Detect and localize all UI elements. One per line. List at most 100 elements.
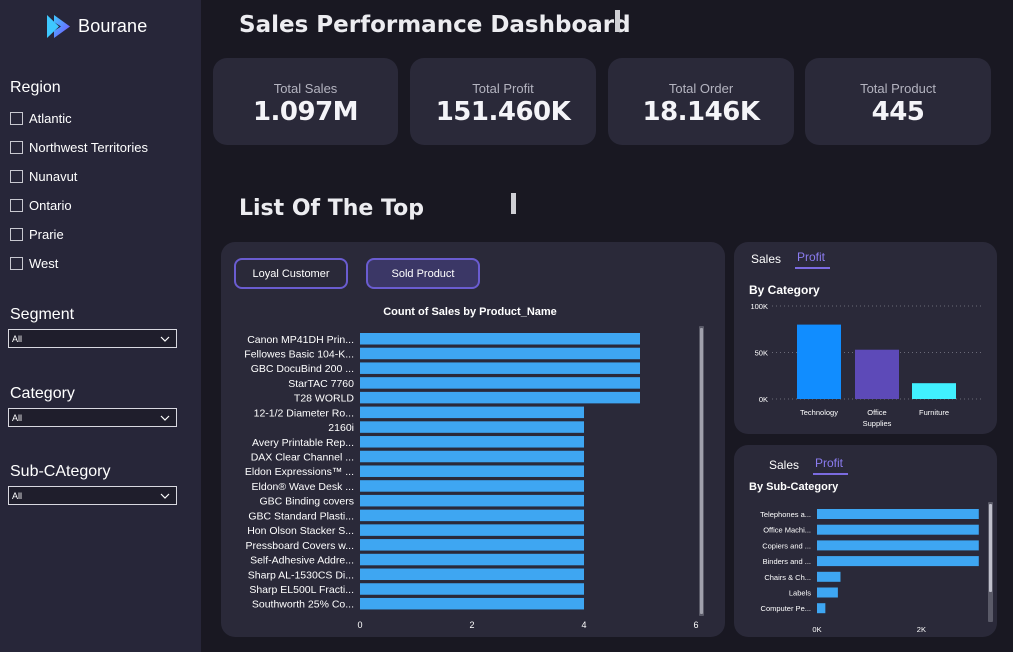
x-tick-label: 0 — [357, 620, 362, 630]
product-bar — [360, 539, 584, 551]
segment-dropdown[interactable]: All — [8, 329, 177, 348]
logo: Bourane — [45, 13, 147, 40]
checkbox[interactable] — [10, 228, 23, 241]
product-bar — [360, 333, 640, 345]
y-tick-label: 100K — [750, 302, 768, 311]
top-list-panel: Loyal Customer Sold Product Count of Sal… — [221, 242, 725, 637]
product-bar — [360, 583, 584, 595]
subcategory-label: Copiers and ... — [762, 541, 811, 550]
product-label: GBC DocuBind 200 ... — [251, 363, 354, 375]
product-bar — [360, 406, 584, 419]
product-bar — [360, 421, 584, 433]
subcategory-label: Binders and ... — [763, 557, 811, 566]
subcategory-bar — [817, 571, 841, 582]
product-bar — [360, 480, 584, 492]
product-label: Sharp AL-1530CS Di... — [248, 569, 354, 581]
product-label: Sharp EL500L Fracti... — [249, 584, 354, 596]
product-label: Southworth 25% Co... — [252, 599, 354, 611]
kpi-total-order: Total Order 18.146K — [608, 58, 794, 145]
subcategory-bar — [817, 509, 979, 519]
page-title: Sales Performance Dashboard — [239, 12, 631, 38]
product-label: StarTAC 7760 — [288, 378, 354, 390]
region-option[interactable]: West — [10, 249, 148, 278]
x-tick-label: 2 — [469, 620, 474, 630]
kpi-value: 1.097M — [252, 97, 359, 127]
region-option-label: Atlantic — [29, 111, 72, 126]
kpi-total-product: Total Product 445 — [805, 58, 991, 145]
product-bar — [360, 391, 640, 404]
y-tick-label: 0K — [759, 395, 768, 404]
kpi-label: Total Sales — [273, 81, 338, 96]
product-bar — [360, 347, 640, 360]
product-label: DAX Clear Channel ... — [251, 452, 354, 464]
subcategory-label: Chairs & Ch... — [764, 573, 811, 582]
product-label: 12-1/2 Diameter Ro... — [254, 407, 354, 419]
region-option[interactable]: Atlantic — [10, 104, 148, 133]
kpi-value: 445 — [871, 97, 925, 127]
product-label: Eldon Expressions™ ... — [245, 466, 354, 478]
product-bar — [360, 524, 584, 536]
product-label: Canon MP41DH Prin... — [247, 334, 354, 346]
product-label: 2160i — [328, 422, 354, 434]
region-option-label: Ontario — [29, 198, 72, 213]
region-filter-list: Atlantic Northwest Territories Nunavut Onta… — [10, 104, 148, 278]
category-filter-title: Category — [10, 385, 75, 402]
region-option-label: Northwest Territories — [29, 140, 148, 155]
list-section-title: List Of The Top — [239, 196, 424, 221]
text-cursor-mark — [615, 10, 620, 32]
app-name: Bourane — [78, 16, 148, 36]
kpi-label: Total Order — [668, 81, 734, 96]
sidebar: Bourane Region Atlantic Northwest Territo… — [0, 0, 201, 652]
product-bar — [360, 450, 584, 463]
x-tick-label: 2K — [917, 625, 926, 634]
region-option-label: Prarie — [29, 227, 64, 242]
checkbox[interactable] — [10, 141, 23, 154]
product-bar — [360, 597, 584, 610]
checkbox[interactable] — [10, 112, 23, 125]
kpi-label: Total Profit — [472, 81, 534, 96]
category-dropdown-value: All — [12, 412, 23, 423]
subcategory-bar — [817, 587, 838, 598]
product-label: Fellowes Basic 104-K... — [244, 348, 354, 360]
scrollbar-thumb — [700, 328, 703, 614]
category-label: Supplies — [863, 419, 892, 428]
product-bar-chart: Canon MP41DH Prin... Fellowes Basic 104-K… — [244, 326, 704, 630]
checkbox[interactable] — [10, 170, 23, 183]
kpi-value: 18.146K — [642, 97, 760, 127]
product-label: T28 WORLD — [294, 393, 355, 405]
subcategory-label: Computer Pe... — [761, 604, 811, 613]
chevron-down-icon — [160, 415, 170, 421]
segment-dropdown-value: All — [12, 333, 23, 344]
checkbox[interactable] — [10, 199, 23, 212]
subcategory-label: Telephones a... — [760, 510, 811, 519]
x-tick-label: 0K — [812, 625, 821, 634]
subcategory-bar — [817, 524, 979, 535]
region-option[interactable]: Northwest Territories — [10, 133, 148, 162]
product-bar — [360, 509, 584, 522]
chevron-down-icon — [160, 493, 170, 499]
x-tick-label: 4 — [581, 620, 586, 630]
subcategory-dropdown[interactable]: All — [8, 486, 177, 505]
region-option-label: West — [29, 256, 59, 271]
product-bar — [360, 465, 584, 477]
kpi-label: Total Product — [860, 81, 936, 96]
region-option[interactable]: Nunavut — [10, 162, 148, 191]
region-option[interactable]: Ontario — [10, 191, 148, 220]
region-option-label: Nunavut — [29, 169, 78, 184]
product-label: Self-Adhesive Addre... — [250, 555, 354, 567]
region-option[interactable]: Prarie — [10, 220, 148, 249]
kpi-value: 151.460K — [435, 97, 571, 127]
product-label: GBC Binding covers — [259, 496, 354, 508]
region-filter-title: Region — [10, 79, 61, 96]
subcategory-bar — [817, 603, 826, 614]
product-bar — [360, 436, 584, 448]
product-label: Pressboard Covers w... — [245, 540, 354, 552]
subcategory-filter-title: Sub-CAtegory — [10, 463, 111, 480]
category-label: Technology — [800, 408, 838, 417]
category-dropdown[interactable]: All — [8, 408, 177, 427]
chevron-down-icon — [160, 336, 170, 342]
product-label: Hon Olson Stacker S... — [247, 525, 354, 537]
checkbox[interactable] — [10, 257, 23, 270]
subcategory-bar-chart: Telephones a... Office Machi... Copiers an… — [760, 502, 993, 634]
category-bar — [855, 349, 899, 399]
